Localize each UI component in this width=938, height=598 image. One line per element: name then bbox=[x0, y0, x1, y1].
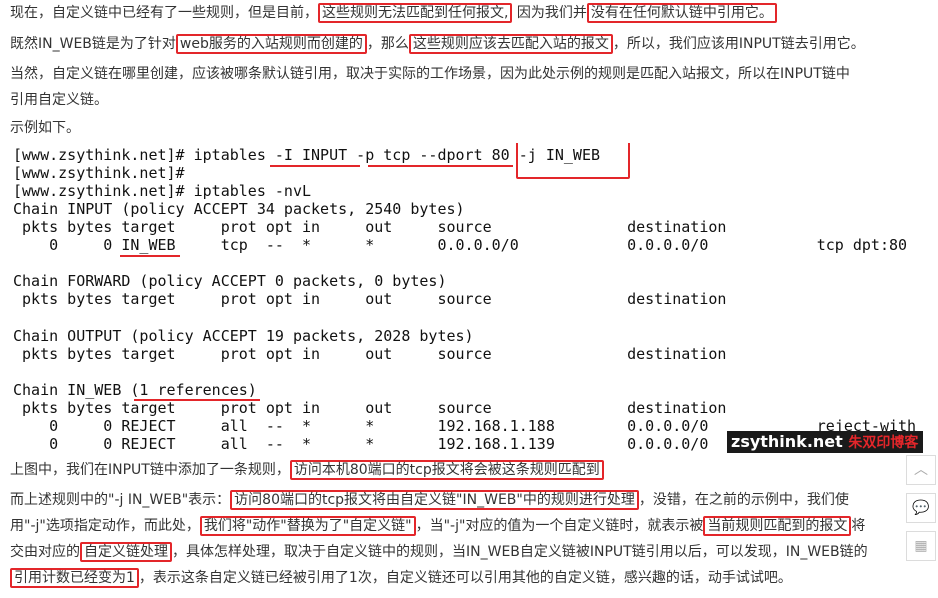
qr-code-button[interactable]: ▦ bbox=[906, 531, 936, 561]
terminal-line: pkts bytes target prot opt in out source… bbox=[13, 290, 727, 308]
underline-mark bbox=[368, 165, 513, 167]
text: ，表示这条自定义链已经被引用了1次，自定义链还可以引用其他的自定义链，感兴趣的话… bbox=[138, 570, 792, 586]
text: ，当"-j"对应的值为一个自定义链时，就表示被 bbox=[415, 518, 704, 534]
text: ，所以，我们应该用INPUT链去引用它。 bbox=[612, 36, 865, 52]
text: 因为我们并 bbox=[512, 5, 587, 21]
paragraph-3: 当然，自定义链在哪里创建，应该被哪条默认链引用，取决于实际的工作场景，因为此处示… bbox=[10, 61, 925, 113]
chevron-up-icon: ︿ bbox=[914, 462, 928, 478]
terminal-line: pkts bytes target prot opt in out source… bbox=[13, 345, 727, 363]
text: 而上述规则中的"-j IN_WEB"表示： bbox=[10, 492, 231, 508]
text: ，具体怎样处理，取决于自定义链中的规则，当IN_WEB自定义链被INPUT链引用… bbox=[172, 544, 868, 560]
underline-mark bbox=[120, 255, 180, 257]
terminal-line: pkts bytes target prot opt in out source… bbox=[13, 218, 727, 236]
box-mark bbox=[516, 143, 630, 179]
highlight-box: 引用计数已经变为1 bbox=[10, 568, 139, 588]
comment-button[interactable]: 💬 bbox=[906, 493, 936, 523]
text: ，没错，在之前的示例中，我们使 bbox=[638, 492, 849, 508]
terminal-line: [www.zsythink.net]# iptables -I INPUT -p… bbox=[13, 146, 600, 164]
highlight-box: 自定义链处理 bbox=[80, 542, 172, 562]
watermark-text: zsythink.net bbox=[731, 432, 843, 451]
qr-code-icon: ▦ bbox=[914, 538, 928, 554]
terminal-line: Chain FORWARD (policy ACCEPT 0 packets, … bbox=[13, 272, 447, 290]
text: 将 bbox=[851, 518, 866, 534]
highlight-box: 我们将"动作"替换为了"自定义链" bbox=[199, 516, 416, 536]
text: 用"-j"选项指定动作，而此处， bbox=[10, 518, 200, 534]
paragraph-6: 而上述规则中的"-j IN_WEB"表示： 访问80端口的tcp报文将由自定义链"… bbox=[10, 487, 925, 591]
watermark: zsythink.net 朱双印博客 bbox=[727, 431, 923, 453]
highlight-box: 当前规则匹配到的报文 bbox=[703, 516, 852, 536]
terminal-line: [www.zsythink.net]# bbox=[13, 164, 185, 182]
paragraph-2: 既然IN_WEB链是为了针对 web服务的入站规则而创建的 ，那么 这些规则应该去匹配… bbox=[10, 31, 925, 57]
highlight-box: 访问本机80端口的tcp报文将会被这条规则匹配到 bbox=[289, 460, 604, 480]
paragraph-4: 示例如下。 bbox=[10, 120, 80, 136]
text: 引用自定义链。 bbox=[10, 92, 108, 108]
side-toolbar: ︿ 💬 ▦ bbox=[906, 455, 936, 569]
terminal-line: [www.zsythink.net]# iptables -nvL bbox=[13, 182, 312, 200]
watermark-subtext: 朱双印博客 bbox=[848, 435, 919, 451]
comment-icon: 💬 bbox=[912, 500, 930, 516]
text: 上图中，我们在INPUT链中添加了一条规则， bbox=[10, 462, 290, 478]
terminal-line: pkts bytes target prot opt in out source… bbox=[13, 399, 727, 417]
underline-mark bbox=[134, 399, 260, 401]
terminal-line: Chain INPUT (policy ACCEPT 34 packets, 2… bbox=[13, 200, 465, 218]
text: ，那么 bbox=[366, 36, 409, 52]
highlight-box: 没有在任何默认链中引用它。 bbox=[586, 3, 777, 23]
terminal-line: 0 0 IN_WEB tcp -- * * 0.0.0.0/0 0.0.0.0/… bbox=[13, 236, 908, 254]
highlight-box: 这些规则无法匹配到任何报文, bbox=[318, 3, 513, 23]
text: 现在，自定义链中已经有了一些规则，但是目前， bbox=[10, 5, 318, 21]
text: 既然IN_WEB链是为了针对 bbox=[10, 36, 176, 52]
highlight-box: 访问80端口的tcp报文将由自定义链"IN_WEB"中的规则进行处理 bbox=[230, 490, 639, 510]
text: 当然，自定义链在哪里创建，应该被哪条默认链引用，取决于实际的工作场景，因为此处示… bbox=[10, 66, 850, 82]
paragraph-1: 现在，自定义链中已经有了一些规则，但是目前， 这些规则无法匹配到任何报文, 因为我… bbox=[10, 0, 925, 26]
highlight-box: 这些规则应该去匹配入站的报文 bbox=[408, 34, 613, 54]
underline-mark bbox=[270, 165, 360, 167]
terminal-line: Chain IN_WEB (1 references) bbox=[13, 381, 257, 399]
terminal-screenshot: [www.zsythink.net]# iptables -I INPUT -p… bbox=[8, 143, 923, 456]
terminal-line: 0 0 REJECT all -- * * 192.168.1.139 0.0.… bbox=[13, 435, 709, 453]
paragraph-5: 上图中，我们在INPUT链中添加了一条规则， 访问本机80端口的tcp报文将会被这… bbox=[10, 457, 925, 483]
terminal-line: Chain OUTPUT (policy ACCEPT 19 packets, … bbox=[13, 327, 474, 345]
highlight-box: web服务的入站规则而创建的 bbox=[175, 34, 367, 54]
back-to-top-button[interactable]: ︿ bbox=[906, 455, 936, 485]
text: 交由对应的 bbox=[10, 544, 80, 560]
